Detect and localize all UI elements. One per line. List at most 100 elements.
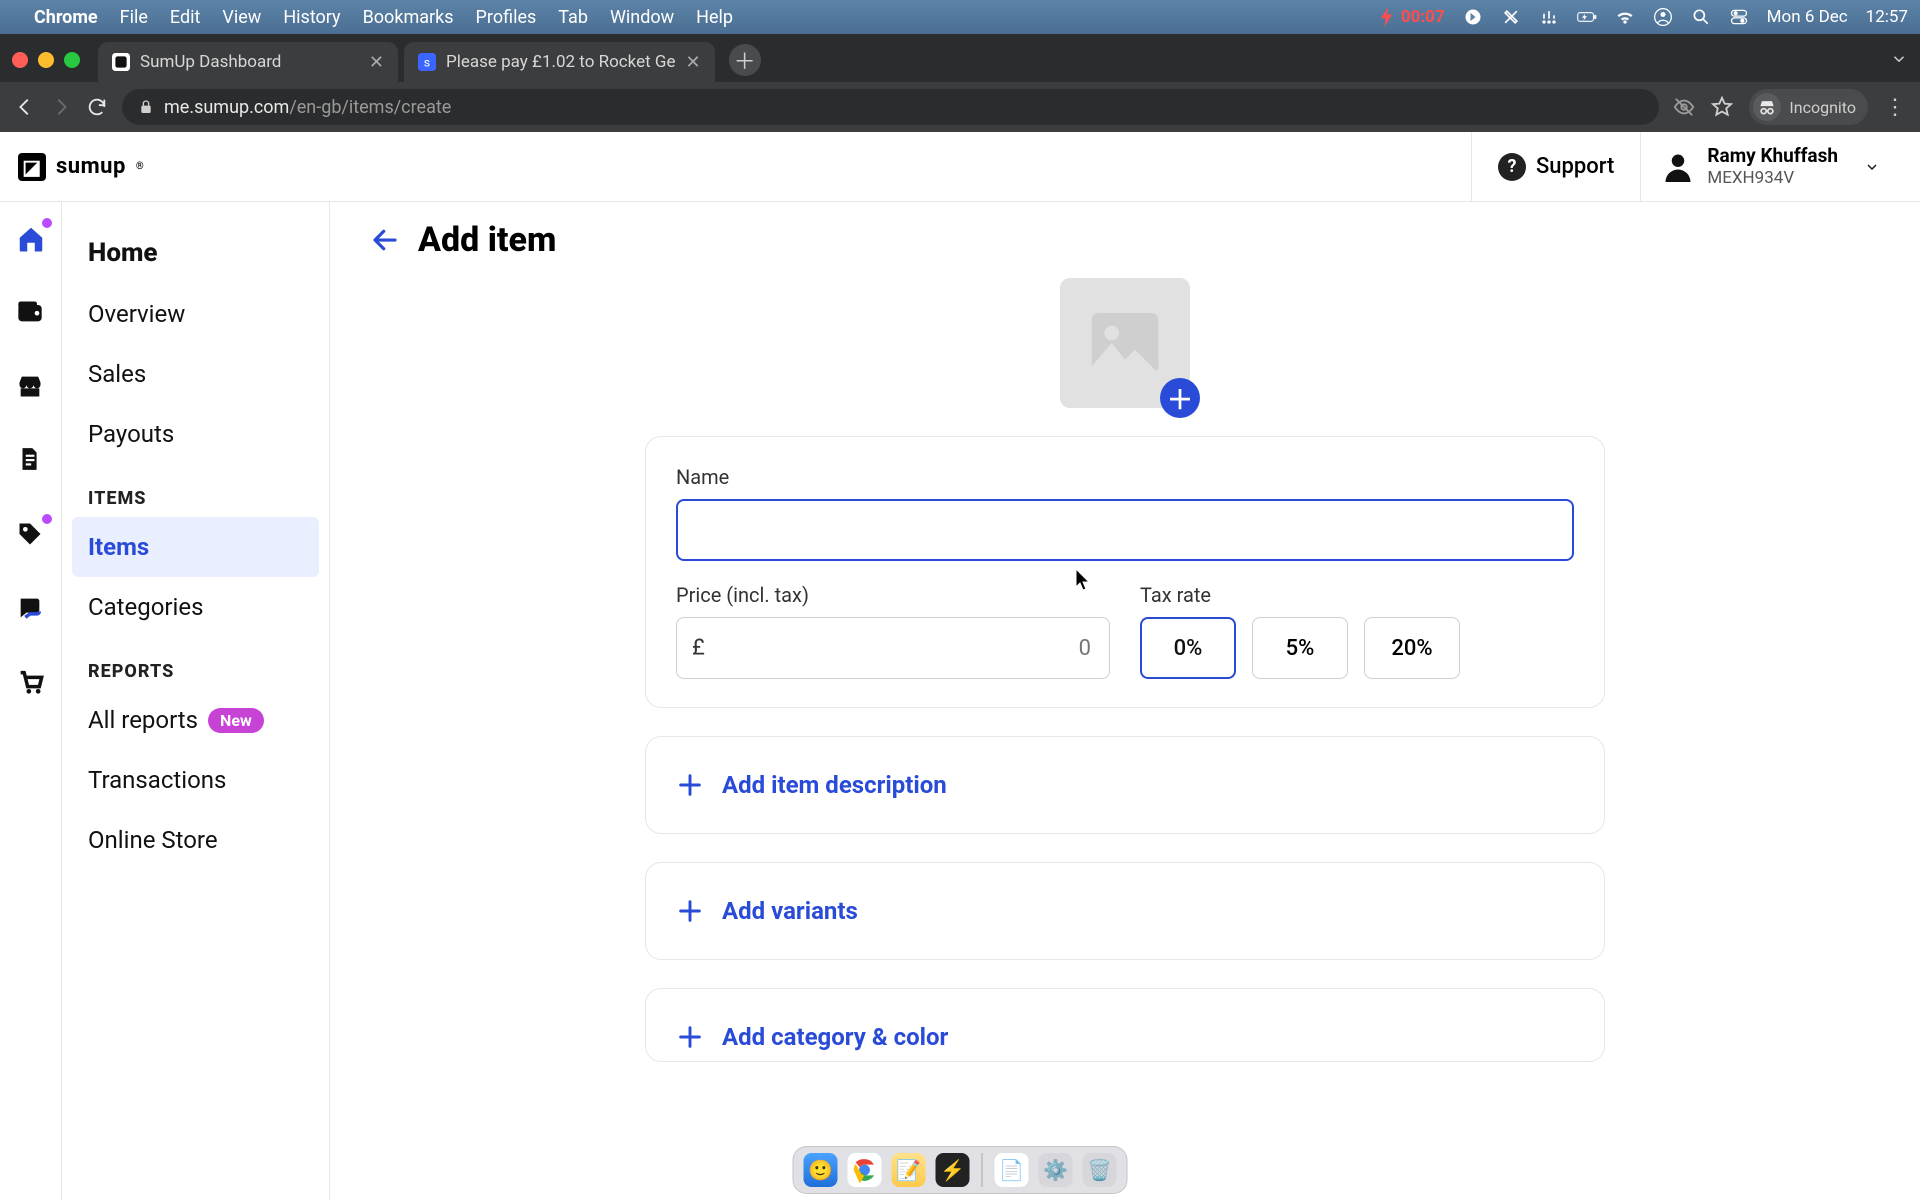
control-center-icon[interactable]: [1729, 7, 1749, 27]
sidebar-item-items[interactable]: Items: [72, 517, 319, 577]
status-icon-1[interactable]: [1463, 7, 1483, 27]
sidebar-item-sales[interactable]: Sales: [72, 344, 319, 404]
sidebar-item-home[interactable]: Home: [72, 222, 319, 284]
menu-file[interactable]: File: [120, 7, 148, 28]
nav-forward-button[interactable]: [50, 96, 72, 118]
profile-menu-button[interactable]: Ramy Khuffash MEXH934V: [1640, 132, 1902, 201]
rail-home-icon[interactable]: [16, 224, 46, 254]
browser-tab-1[interactable]: s Please pay £1.02 to Rocket Ge ✕: [404, 42, 715, 82]
app-viewport: ◪ sumup® ? Support Ramy Khuffash MEXH934…: [0, 132, 1920, 1200]
support-button[interactable]: ? Support: [1471, 132, 1640, 201]
sidebar-item-payouts[interactable]: Payouts: [72, 404, 319, 464]
menu-help[interactable]: Help: [696, 7, 733, 28]
tab-title: SumUp Dashboard: [140, 52, 359, 72]
dock-settings-icon[interactable]: ⚙️: [1039, 1153, 1073, 1187]
item-name-input[interactable]: [676, 499, 1574, 561]
sidebar-item-overview[interactable]: Overview: [72, 284, 319, 344]
menu-edit[interactable]: Edit: [170, 7, 200, 28]
rail-chat-icon[interactable]: [16, 594, 46, 624]
wifi-icon[interactable]: [1615, 7, 1635, 27]
dock-textedit-icon[interactable]: 📄: [995, 1153, 1029, 1187]
tab-close-button[interactable]: ✕: [686, 52, 701, 73]
name-field-label: Name: [676, 465, 1574, 489]
incognito-label: Incognito: [1789, 98, 1856, 117]
tab-title: Please pay £1.02 to Rocket Ge: [446, 52, 676, 72]
menu-view[interactable]: View: [222, 7, 261, 28]
sidebar-item-transactions[interactable]: Transactions: [72, 750, 319, 810]
dock: 🙂 📝 ⚡ 📄 ⚙️ 🗑️: [793, 1146, 1128, 1194]
tab-favicon-pay: s: [418, 53, 436, 71]
menu-window[interactable]: Window: [610, 7, 674, 28]
dock-bolt-icon[interactable]: ⚡: [936, 1153, 970, 1187]
menu-tab[interactable]: Tab: [558, 7, 588, 28]
lock-icon: [138, 99, 154, 115]
image-placeholder-icon: [1085, 303, 1165, 383]
url-path: /en-gb/items/create: [289, 97, 451, 118]
chrome-menu-button[interactable]: ⋮: [1884, 95, 1906, 120]
url-host: me.sumup.com: [164, 97, 289, 118]
tab-close-button[interactable]: ✕: [369, 52, 384, 73]
mac-menubar: Chrome File Edit View History Bookmarks …: [0, 0, 1920, 34]
reload-button[interactable]: [86, 96, 108, 118]
new-tab-button[interactable]: ＋: [729, 44, 761, 76]
dock-finder-icon[interactable]: 🙂: [804, 1153, 838, 1187]
rail-document-icon[interactable]: [16, 446, 46, 476]
dock-chrome-icon[interactable]: [848, 1153, 882, 1187]
brand-logo[interactable]: ◪ sumup®: [18, 153, 144, 181]
window-minimize-button[interactable]: [38, 52, 54, 68]
rail-wallet-icon[interactable]: [16, 298, 46, 328]
nav-back-button[interactable]: [14, 96, 36, 118]
add-category-label: Add category & color: [722, 1023, 948, 1051]
dock-notes-icon[interactable]: 📝: [892, 1153, 926, 1187]
content-area: Add item ＋ Name Price (incl. tax): [330, 202, 1920, 1200]
status-icon-user[interactable]: [1653, 7, 1673, 27]
battery-time-text: 00:07: [1401, 7, 1445, 27]
menubar-date[interactable]: Mon 6 Dec: [1767, 7, 1848, 27]
menubar-clock[interactable]: 12:57: [1866, 7, 1908, 27]
browser-tab-0[interactable]: SumUp Dashboard ✕: [98, 42, 398, 82]
rail-tag-icon[interactable]: [16, 520, 46, 550]
add-description-button[interactable]: Add item description: [645, 736, 1605, 834]
nav-icon-rail: [0, 202, 62, 1200]
menu-app-name[interactable]: Chrome: [34, 7, 98, 28]
sidebar-item-online-store[interactable]: Online Store: [72, 810, 319, 870]
rail-cart-icon[interactable]: [16, 668, 46, 698]
tabbar-expand-button[interactable]: [1890, 50, 1908, 68]
item-image-picker[interactable]: ＋: [1060, 278, 1190, 408]
add-variants-label: Add variants: [722, 897, 858, 925]
incognito-icon: [1753, 93, 1781, 121]
back-button[interactable]: [370, 225, 400, 255]
battery-icon[interactable]: [1577, 7, 1597, 27]
tax-option-5[interactable]: 5%: [1252, 617, 1348, 679]
window-maximize-button[interactable]: [64, 52, 80, 68]
item-price-input[interactable]: [676, 617, 1110, 679]
add-category-button[interactable]: Add category & color: [645, 988, 1605, 1062]
incognito-indicator[interactable]: Incognito: [1749, 89, 1868, 125]
battery-status[interactable]: 00:07: [1377, 7, 1445, 27]
dock-trash-icon[interactable]: 🗑️: [1083, 1153, 1117, 1187]
status-icon-2[interactable]: [1501, 7, 1521, 27]
sidebar-item-categories[interactable]: Categories: [72, 577, 319, 637]
spotlight-icon[interactable]: [1691, 7, 1711, 27]
sidebar-item-all-reports[interactable]: All reports New: [72, 690, 319, 750]
rail-shop-icon[interactable]: [16, 372, 46, 402]
chrome-toolbar: me.sumup.com/en-gb/items/create Incognit…: [0, 82, 1920, 132]
add-image-button[interactable]: ＋: [1160, 378, 1200, 418]
tax-option-0[interactable]: 0%: [1140, 617, 1236, 679]
bookmark-star-button[interactable]: [1711, 96, 1733, 118]
menu-bookmarks[interactable]: Bookmarks: [363, 7, 454, 28]
menu-profiles[interactable]: Profiles: [476, 7, 537, 28]
sidebar-item-label: All reports: [88, 706, 198, 734]
tax-option-20[interactable]: 20%: [1364, 617, 1460, 679]
address-bar[interactable]: me.sumup.com/en-gb/items/create: [122, 89, 1659, 125]
brand-mark-icon: ◪: [18, 153, 46, 181]
plus-icon: [676, 1023, 704, 1051]
eye-off-icon[interactable]: [1673, 96, 1695, 118]
menu-history[interactable]: History: [283, 7, 340, 28]
window-close-button[interactable]: [12, 52, 28, 68]
add-variants-button[interactable]: Add variants: [645, 862, 1605, 960]
profile-code: MEXH934V: [1707, 168, 1838, 188]
new-badge: New: [208, 708, 264, 733]
status-icon-3[interactable]: [1539, 7, 1559, 27]
avatar-icon: [1663, 152, 1693, 182]
